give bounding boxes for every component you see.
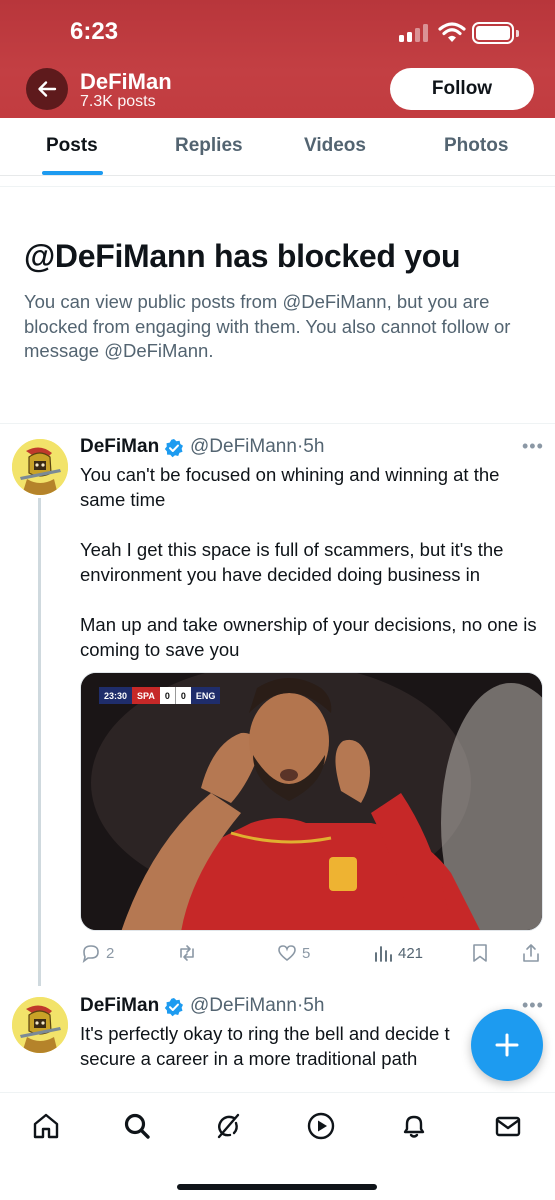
verified-badge-icon bbox=[164, 439, 183, 458]
arrow-left-icon bbox=[38, 81, 57, 97]
divider bbox=[0, 186, 555, 187]
verified-badge-icon bbox=[164, 998, 183, 1017]
notifications-icon[interactable] bbox=[399, 1111, 429, 1141]
tweet-time: 5h bbox=[303, 436, 325, 457]
retweet-icon bbox=[180, 945, 194, 961]
status-bar: 6:23 bbox=[0, 0, 555, 62]
football-player-photo bbox=[81, 673, 542, 930]
tweet-text: You can't be focused on whining and winn… bbox=[80, 462, 546, 662]
avatar[interactable] bbox=[12, 997, 68, 1053]
scorebug-time: 23:30 bbox=[99, 687, 133, 704]
profile-tabs: Posts Replies Videos Photos bbox=[0, 118, 555, 176]
tweet-author-name[interactable]: DeFiMan bbox=[80, 995, 159, 1017]
home-icon[interactable] bbox=[31, 1111, 61, 1141]
header-profile-name: DeFiMan bbox=[80, 69, 172, 94]
views-chart-icon bbox=[375, 946, 392, 962]
tweet-actions: 2 5 421 bbox=[80, 942, 546, 966]
video-icon[interactable] bbox=[306, 1111, 336, 1141]
views-button[interactable]: 421 bbox=[372, 942, 423, 964]
like-button[interactable]: 5 bbox=[276, 942, 310, 964]
status-time: 6:23 bbox=[70, 18, 119, 45]
thread-line bbox=[38, 498, 41, 986]
more-options-icon[interactable]: ••• bbox=[522, 436, 544, 457]
header-posts-count: 7.3K posts bbox=[80, 93, 156, 110]
like-count: 5 bbox=[302, 944, 311, 962]
more-options-icon[interactable]: ••• bbox=[522, 995, 544, 1016]
scorebug-away-score: 0 bbox=[174, 687, 191, 704]
grok-icon[interactable] bbox=[213, 1111, 243, 1141]
avatar[interactable] bbox=[12, 439, 68, 495]
plus-icon bbox=[495, 1033, 519, 1057]
wifi-icon bbox=[438, 22, 466, 42]
spartan-avatar-icon bbox=[12, 439, 68, 495]
scorebug-away-team: ENG bbox=[190, 687, 221, 704]
tweet-paragraph: Man up and take ownership of your decisi… bbox=[80, 614, 537, 660]
reply-button[interactable]: 2 bbox=[80, 942, 114, 964]
share-icon bbox=[523, 944, 539, 962]
tab-posts[interactable]: Posts bbox=[46, 135, 98, 157]
blocked-message: You can view public posts from @DeFiMann… bbox=[24, 291, 511, 361]
reply-count: 2 bbox=[106, 944, 115, 962]
tweet-text: It's perfectly okay to ring the bell and… bbox=[80, 1021, 470, 1071]
tab-videos[interactable]: Videos bbox=[304, 135, 366, 157]
tweet-paragraph: Yeah I get this space is full of scammer… bbox=[80, 539, 504, 585]
tweet-handle-time: @DeFiMann·5h bbox=[190, 995, 324, 1017]
tweet-author-name[interactable]: DeFiMan bbox=[80, 436, 159, 458]
messages-icon[interactable] bbox=[493, 1111, 523, 1141]
tweet-handle-time: @DeFiMann·5h bbox=[190, 436, 324, 458]
bookmark-icon bbox=[473, 944, 487, 962]
spartan-avatar-icon bbox=[12, 997, 68, 1053]
scorebug: 23:30 SPA 0 0 ENG bbox=[99, 687, 221, 704]
tweet-paragraph: You can't be focused on whining and winn… bbox=[80, 464, 500, 510]
compose-post-button[interactable] bbox=[471, 1009, 543, 1081]
tab-replies[interactable]: Replies bbox=[175, 135, 243, 157]
tweet-handle[interactable]: @DeFiMann bbox=[190, 995, 297, 1016]
home-indicator bbox=[177, 1184, 377, 1190]
retweet-button[interactable] bbox=[176, 942, 202, 964]
scorebug-home-score: 0 bbox=[159, 687, 175, 704]
search-icon[interactable] bbox=[122, 1111, 152, 1141]
reply-icon bbox=[82, 945, 99, 963]
follow-button[interactable]: Follow bbox=[390, 68, 534, 110]
share-button[interactable] bbox=[520, 942, 542, 964]
back-button[interactable] bbox=[26, 68, 68, 110]
battery-icon bbox=[472, 22, 519, 44]
tweet-time: 5h bbox=[303, 995, 325, 1016]
tab-photos[interactable]: Photos bbox=[444, 135, 508, 157]
bookmark-button[interactable] bbox=[470, 942, 490, 964]
active-tab-indicator bbox=[42, 171, 103, 175]
tweet-paragraph: It's perfectly okay to ring the bell and… bbox=[80, 1023, 450, 1069]
divider bbox=[0, 423, 555, 424]
blocked-title: @DeFiMann has blocked you bbox=[24, 238, 461, 274]
cellular-signal-icon bbox=[399, 24, 429, 42]
tweet-handle[interactable]: @DeFiMann bbox=[190, 436, 297, 457]
scorebug-home-team: SPA bbox=[132, 687, 160, 704]
profile-header: 6:23 DeFiMan 7.3K posts Follow bbox=[0, 0, 555, 118]
heart-icon bbox=[278, 945, 296, 962]
views-count: 421 bbox=[398, 944, 424, 962]
tweet-media-image[interactable]: 23:30 SPA 0 0 ENG bbox=[80, 672, 543, 931]
